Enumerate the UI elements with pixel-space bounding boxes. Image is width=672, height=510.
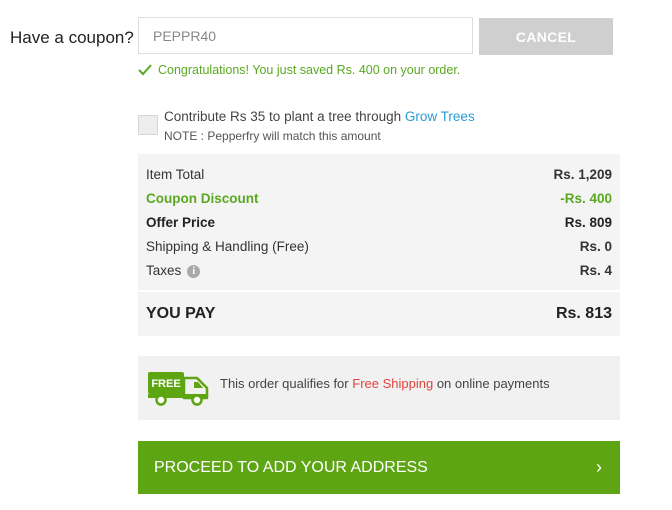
grow-trees-note: NOTE : Pepperfry will match this amount xyxy=(164,129,381,143)
coupon-discount-row: Coupon Discount -Rs. 400 xyxy=(146,191,612,206)
taxes-row: Taxes i Rs. 4 xyxy=(146,263,612,278)
grow-trees-text: Contribute Rs 35 to plant a tree through… xyxy=(164,109,475,124)
offer-price-value: Rs. 809 xyxy=(564,215,612,230)
shipping-label: Shipping & Handling (Free) xyxy=(146,239,309,254)
coupon-input[interactable] xyxy=(138,17,473,54)
grow-trees-label: Contribute Rs 35 to plant a tree through xyxy=(164,109,402,124)
success-text: Congratulations! You just saved Rs. 400 … xyxy=(158,63,461,77)
free-badge-text: FREE xyxy=(151,378,180,390)
item-total-label: Item Total xyxy=(146,167,205,182)
you-pay-row: YOU PAY Rs. 813 xyxy=(146,305,612,323)
coupon-success-message: Congratulations! You just saved Rs. 400 … xyxy=(138,61,460,79)
free-shipping-highlight: Free Shipping xyxy=(352,376,434,391)
you-pay-value: Rs. 813 xyxy=(555,305,612,322)
coupon-label: Have a coupon? xyxy=(10,28,134,47)
taxes-value: Rs. 4 xyxy=(579,263,612,278)
free-shipping-notice: FREE This order qualifies for Free Shipp… xyxy=(138,356,620,420)
taxes-label: Taxes xyxy=(146,263,182,278)
proceed-label: PROCEED TO ADD YOUR ADDRESS xyxy=(154,458,428,476)
chevron-right-icon: › xyxy=(596,457,602,477)
item-total-row: Item Total Rs. 1,209 xyxy=(146,167,612,182)
free-shipping-text-before: This order qualifies for xyxy=(220,376,349,391)
offer-price-row: Offer Price Rs. 809 xyxy=(146,215,612,230)
grow-trees-link[interactable]: Grow Trees xyxy=(405,109,475,124)
offer-price-label: Offer Price xyxy=(146,215,216,230)
cancel-coupon-button[interactable]: CANCEL xyxy=(479,18,613,55)
grow-trees-checkbox[interactable] xyxy=(138,115,158,135)
summary-divider xyxy=(138,290,620,292)
free-shipping-text: This order qualifies for Free Shipping o… xyxy=(220,376,550,391)
coupon-discount-value: -Rs. 400 xyxy=(560,191,612,206)
order-summary: Item Total Rs. 1,209 Coupon Discount -Rs… xyxy=(138,154,620,336)
info-icon[interactable]: i xyxy=(187,264,201,278)
coupon-discount-label: Coupon Discount xyxy=(146,191,259,206)
shipping-value: Rs. 0 xyxy=(579,239,612,254)
shipping-row: Shipping & Handling (Free) Rs. 0 xyxy=(146,239,612,254)
free-truck-icon: FREE xyxy=(148,372,209,406)
check-icon xyxy=(138,64,152,76)
free-shipping-text-after: on online payments xyxy=(436,376,550,391)
item-total-value: Rs. 1,209 xyxy=(553,167,612,182)
proceed-to-address-button[interactable]: PROCEED TO ADD YOUR ADDRESS › xyxy=(138,441,620,494)
you-pay-label: YOU PAY xyxy=(146,305,216,322)
